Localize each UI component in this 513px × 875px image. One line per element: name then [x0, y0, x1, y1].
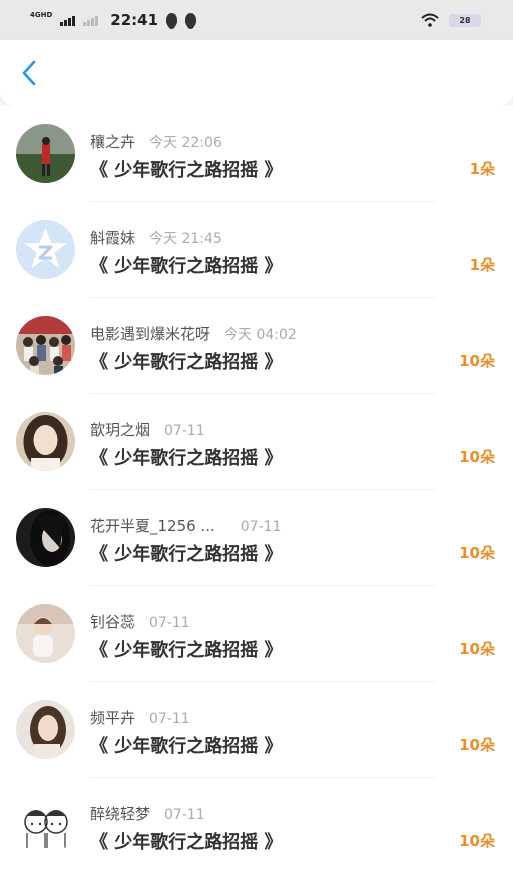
name-line: 穰之卉 今天 22:06 — [90, 131, 222, 152]
name-line: 花开半夏_1256 ... 07-11 — [90, 515, 281, 536]
user-name[interactable]: 频平卉 — [90, 707, 135, 728]
qq-icon — [185, 13, 197, 29]
back-button[interactable] — [12, 56, 46, 90]
avatar[interactable] — [16, 412, 75, 471]
list-item[interactable]: 斛霞妹 今天 21:45 《 少年歌行之路招摇 》 1朵 — [0, 202, 513, 298]
gift-list: 穰之卉 今天 22:06 《 少年歌行之路招摇 》 1朵 斛霞妹 今天 21:4… — [0, 106, 513, 875]
user-name[interactable]: 花开半夏_1256 ... — [90, 515, 215, 536]
flower-count: 10朵 — [459, 832, 495, 850]
song-title: 《 少年歌行之路招摇 》 — [90, 352, 283, 373]
list-item[interactable]: 醉绕轻梦 07-11 《 少年歌行之路招摇 》 10朵 — [0, 778, 513, 874]
list-item[interactable]: 钊谷蕊 07-11 《 少年歌行之路招摇 》 10朵 — [0, 586, 513, 682]
status-right: 28 — [421, 13, 481, 27]
song-title: 《 少年歌行之路招摇 》 — [90, 544, 283, 565]
name-line: 频平卉 07-11 — [90, 707, 190, 728]
user-name[interactable]: 穰之卉 — [90, 131, 135, 152]
avatar[interactable] — [16, 508, 75, 567]
flower-count: 10朵 — [459, 448, 495, 466]
wifi-icon — [421, 13, 439, 27]
flower-count: 1朵 — [469, 256, 495, 274]
signal-2-icon — [83, 15, 99, 26]
avatar[interactable] — [16, 700, 75, 759]
flower-count: 10朵 — [459, 544, 495, 562]
song-title: 《 少年歌行之路招摇 》 — [90, 160, 283, 181]
user-name[interactable]: 醉绕轻梦 — [90, 803, 150, 824]
timestamp: 今天 04:02 — [224, 327, 297, 343]
chevron-left-icon — [22, 60, 36, 86]
timestamp: 07-11 — [164, 423, 205, 439]
qq-icon — [166, 13, 178, 29]
user-name[interactable]: 钊谷蕊 — [90, 611, 135, 632]
timestamp: 今天 22:06 — [149, 135, 222, 151]
clock: 22:41 — [110, 11, 159, 29]
song-title: 《 少年歌行之路招摇 》 — [90, 640, 283, 661]
name-line: 电影遇到爆米花呀 今天 04:02 — [90, 323, 297, 344]
flower-count: 10朵 — [459, 640, 495, 658]
name-line: 歆玥之烟 07-11 — [90, 419, 205, 440]
timestamp: 07-11 — [149, 615, 190, 631]
default-avatar-icon[interactable] — [16, 220, 75, 279]
nav-bar — [0, 40, 513, 106]
avatar[interactable] — [16, 124, 75, 183]
song-title: 《 少年歌行之路招摇 》 — [90, 256, 283, 277]
timestamp: 07-11 — [149, 711, 190, 727]
list-item[interactable]: 频平卉 07-11 《 少年歌行之路招摇 》 10朵 — [0, 682, 513, 778]
list-item[interactable]: 电影遇到爆米花呀 今天 04:02 《 少年歌行之路招摇 》 10朵 — [0, 298, 513, 394]
avatar[interactable] — [16, 316, 75, 375]
list-item[interactable]: 穰之卉 今天 22:06 《 少年歌行之路招摇 》 1朵 — [0, 106, 513, 202]
flower-count: 10朵 — [459, 736, 495, 754]
song-title: 《 少年歌行之路招摇 》 — [90, 448, 283, 469]
signal-icon — [60, 15, 76, 26]
flower-count: 1朵 — [469, 160, 495, 178]
timestamp: 今天 21:45 — [149, 231, 222, 247]
status-left: 4GHD 22:41 — [30, 10, 197, 29]
list-item[interactable]: 歆玥之烟 07-11 《 少年歌行之路招摇 》 10朵 — [0, 394, 513, 490]
network-type: 4GHD — [30, 10, 53, 19]
song-title: 《 少年歌行之路招摇 》 — [90, 832, 283, 853]
avatar[interactable] — [16, 796, 75, 855]
avatar[interactable] — [16, 604, 75, 663]
user-name[interactable]: 歆玥之烟 — [90, 419, 150, 440]
name-line: 斛霞妹 今天 21:45 — [90, 227, 222, 248]
list-item[interactable]: 花开半夏_1256 ... 07-11 《 少年歌行之路招摇 》 10朵 — [0, 490, 513, 586]
name-line: 醉绕轻梦 07-11 — [90, 803, 205, 824]
battery-icon: 28 — [449, 13, 481, 27]
flower-count: 10朵 — [459, 352, 495, 370]
name-line: 钊谷蕊 07-11 — [90, 611, 190, 632]
status-bar: 4GHD 22:41 28 — [0, 0, 513, 40]
timestamp: 07-11 — [164, 807, 205, 823]
user-name[interactable]: 斛霞妹 — [90, 227, 135, 248]
song-title: 《 少年歌行之路招摇 》 — [90, 736, 283, 757]
user-name[interactable]: 电影遇到爆米花呀 — [90, 323, 210, 344]
battery-level: 28 — [459, 15, 471, 25]
timestamp: 07-11 — [240, 519, 282, 535]
